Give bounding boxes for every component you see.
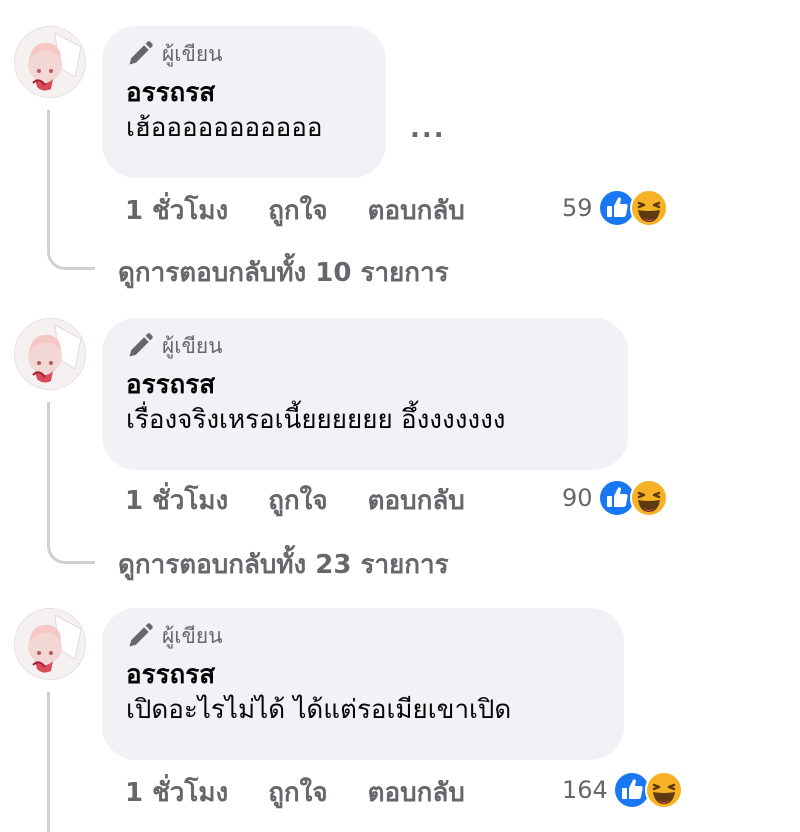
author-badge-label: ผู้เขียน xyxy=(162,623,223,648)
avatar[interactable] xyxy=(14,26,86,98)
comment-bubble: ผู้เขียน อรรถรส เรื่องจริงเหรอเนี้ยยยยยย… xyxy=(102,318,628,470)
reaction-count: 59 xyxy=(562,194,593,222)
comment-actions: 1 ชั่วโมง ถูกใจ ตอบกลับ xyxy=(125,772,465,812)
author-badge: ผู้เขียน xyxy=(126,622,598,650)
reaction-summary[interactable]: 90 xyxy=(562,478,669,518)
comment-timestamp[interactable]: 1 ชั่วโมง xyxy=(125,772,228,813)
like-button[interactable]: ถูกใจ xyxy=(268,480,327,521)
thread-line xyxy=(47,692,50,832)
haha-reaction-icon xyxy=(629,479,668,517)
comment-text: เรื่องจริงเหรอเนี้ยยยยยย อึ้งงงงงงง xyxy=(126,405,506,435)
comment-text: เปิดอะไรไม่ได้ ได้แต่รอเมียเขาเปิด xyxy=(126,695,512,725)
like-button[interactable]: ถูกใจ xyxy=(268,772,327,813)
author-badge: ผู้เขียน xyxy=(126,40,360,68)
pencil-icon xyxy=(129,41,153,65)
thread-line xyxy=(47,110,50,250)
avatar[interactable] xyxy=(14,318,86,390)
pencil-icon xyxy=(129,623,153,647)
like-button[interactable]: ถูกใจ xyxy=(268,190,327,231)
comment-author[interactable]: อรรถรส xyxy=(126,76,360,110)
comment-author[interactable]: อรรถรส xyxy=(126,658,598,692)
thread-connector xyxy=(47,544,95,564)
comment-timestamp[interactable]: 1 ชั่วโมง xyxy=(125,480,228,521)
view-replies-link[interactable]: ดูการตอบกลับทั้ง 10 รายการ xyxy=(118,252,449,293)
comment-text: เฮ้อออออออออออ xyxy=(126,113,323,143)
reaction-summary[interactable]: 164 xyxy=(562,770,684,810)
reply-button[interactable]: ตอบกลับ xyxy=(368,190,465,231)
reaction-count: 90 xyxy=(562,484,593,512)
ellipsis-icon[interactable]: ... xyxy=(410,114,446,144)
reply-button[interactable]: ตอบกลับ xyxy=(368,772,465,813)
avatar[interactable] xyxy=(14,608,86,680)
haha-reaction-icon xyxy=(629,189,668,227)
view-replies-link[interactable]: ดูการตอบกลับทั้ง 23 รายการ xyxy=(118,544,449,585)
author-badge-label: ผู้เขียน xyxy=(162,333,223,358)
author-badge-label: ผู้เขียน xyxy=(162,41,223,66)
author-badge: ผู้เขียน xyxy=(126,332,602,360)
comment-thread: ผู้เขียน อรรถรส เฮ้อออออออออออ ... 1 ชั่… xyxy=(0,0,800,832)
comment-actions: 1 ชั่วโมง ถูกใจ ตอบกลับ xyxy=(125,190,465,230)
reaction-summary[interactable]: 59 xyxy=(562,188,669,228)
comment-actions: 1 ชั่วโมง ถูกใจ ตอบกลับ xyxy=(125,480,465,520)
pencil-icon xyxy=(129,333,153,357)
reply-button[interactable]: ตอบกลับ xyxy=(368,480,465,521)
comment-bubble: ผู้เขียน อรรถรส เฮ้อออออออออออ xyxy=(102,26,386,178)
comment-timestamp[interactable]: 1 ชั่วโมง xyxy=(125,190,228,231)
comment-bubble: ผู้เขียน อรรถรส เปิดอะไรไม่ได้ ได้แต่รอเ… xyxy=(102,608,624,760)
thread-line xyxy=(47,402,50,544)
comment-author[interactable]: อรรถรส xyxy=(126,368,602,402)
haha-reaction-icon xyxy=(644,771,683,809)
reaction-count: 164 xyxy=(562,776,608,804)
thread-connector xyxy=(47,250,95,270)
